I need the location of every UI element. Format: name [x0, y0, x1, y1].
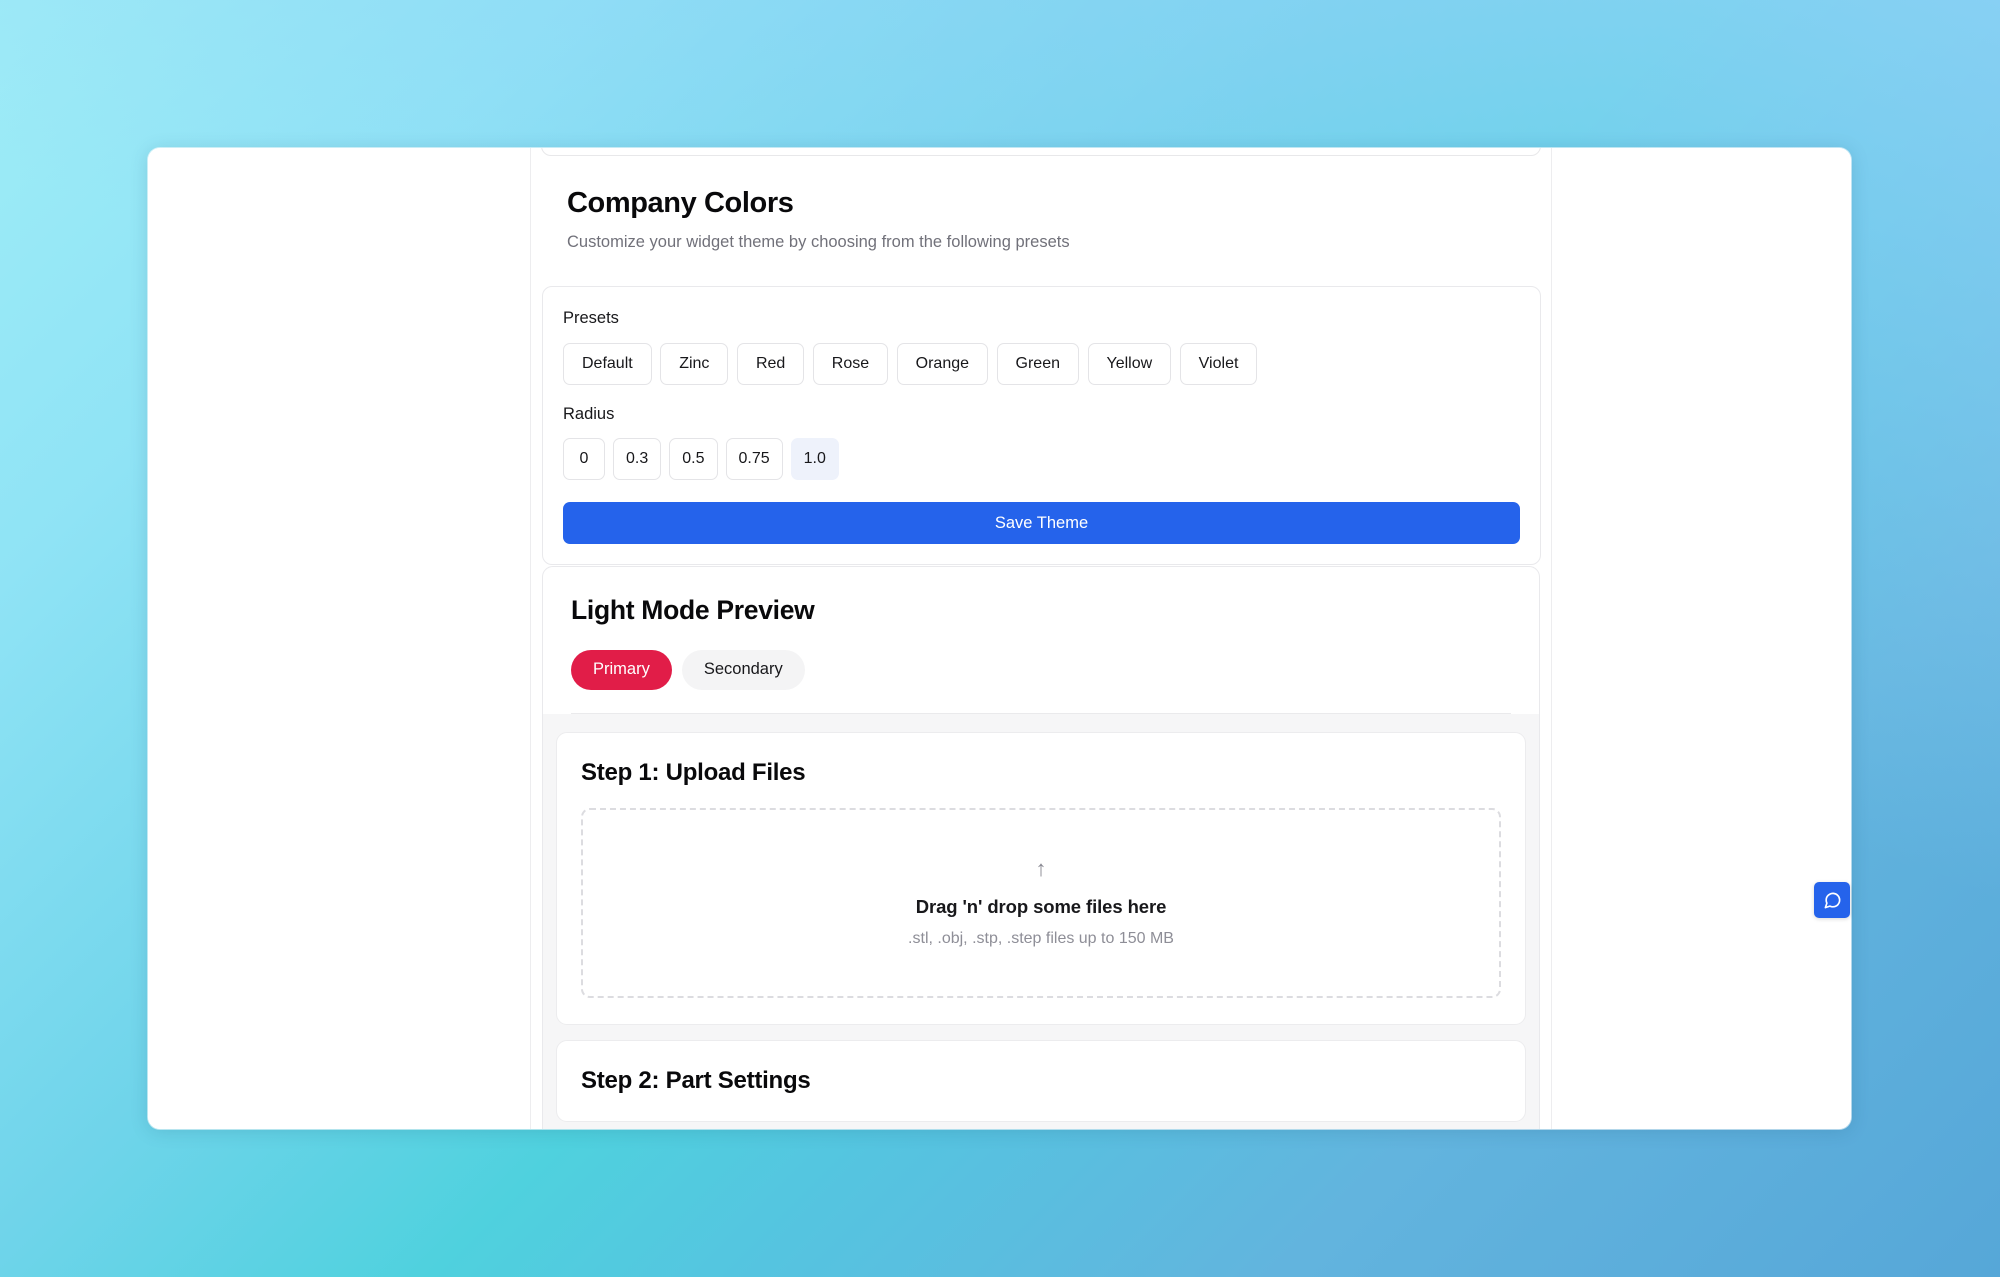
step-2-title: Step 2: Part Settings — [581, 1066, 811, 1094]
company-colors-section: Company Colors Customize your widget the… — [531, 186, 1551, 565]
preset-button-zinc[interactable]: Zinc — [660, 342, 729, 385]
company-colors-header: Company Colors Customize your widget the… — [541, 186, 1541, 253]
preset-button-default[interactable]: Default — [563, 342, 652, 385]
browser-viewport: Company Colors Customize your widget the… — [148, 148, 1851, 1129]
chat-bubble-icon — [1824, 892, 1840, 908]
page-title: Company Colors — [567, 187, 794, 219]
preview-title: Light Mode Preview — [571, 595, 815, 625]
tab-secondary[interactable]: Secondary — [681, 649, 805, 690]
save-theme-button[interactable]: Save Theme — [563, 501, 1520, 544]
preset-button-rose[interactable]: Rose — [812, 342, 889, 385]
step-1-card: Step 1: Upload Files ↑ Drag 'n' drop som… — [556, 731, 1526, 1025]
radius-block: Radius 0 0.3 0.5 0.75 1.0 — [563, 405, 1520, 480]
light-mode-preview-card: Light Mode Preview Primary Secondary Ste… — [542, 566, 1540, 1129]
radius-button-0-3[interactable]: 0.3 — [613, 437, 662, 480]
card-above-cut-off — [541, 148, 1541, 156]
radius-button-0-5[interactable]: 0.5 — [669, 437, 718, 480]
dropzone-secondary-text: .stl, .obj, .stp, .step files up to 150 … — [908, 929, 1174, 947]
tab-primary[interactable]: Primary — [571, 649, 672, 690]
browser-window: Company Colors Customize your widget the… — [148, 148, 1851, 1129]
preset-button-violet[interactable]: Violet — [1179, 342, 1258, 385]
preset-button-green[interactable]: Green — [996, 342, 1079, 385]
preview-tab-row: Primary Secondary — [571, 649, 1511, 690]
preview-body: Step 1: Upload Files ↑ Drag 'n' drop som… — [543, 713, 1539, 1129]
radius-chip-row: 0 0.3 0.5 0.75 1.0 — [563, 437, 1520, 480]
radius-button-1-0[interactable]: 1.0 — [790, 437, 839, 480]
radius-button-0-75[interactable]: 0.75 — [725, 437, 783, 480]
preset-chip-row: Default Zinc Red Rose Orange Green Yello… — [563, 342, 1520, 385]
radius-label: Radius — [563, 404, 615, 423]
presets-label: Presets — [563, 309, 619, 328]
page-subtitle: Customize your widget theme by choosing … — [567, 232, 1070, 251]
page-content-column: Company Colors Customize your widget the… — [530, 148, 1552, 1129]
step-1-title: Step 1: Upload Files — [581, 758, 806, 786]
preview-header: Light Mode Preview Primary Secondary — [543, 567, 1539, 714]
radius-button-0[interactable]: 0 — [563, 437, 605, 480]
chat-widget-button[interactable] — [1814, 882, 1850, 918]
up-arrow-icon: ↑ — [1035, 855, 1047, 881]
file-dropzone[interactable]: ↑ Drag 'n' drop some files here .stl, .o… — [581, 807, 1501, 998]
preset-button-red[interactable]: Red — [736, 342, 805, 385]
step-2-card: Step 2: Part Settings — [556, 1039, 1526, 1123]
preset-button-orange[interactable]: Orange — [896, 342, 989, 385]
presets-card: Presets Default Zinc Red Rose Orange Gre… — [542, 286, 1541, 565]
preset-button-yellow[interactable]: Yellow — [1087, 342, 1172, 385]
dropzone-primary-text: Drag 'n' drop some files here — [915, 895, 1167, 917]
